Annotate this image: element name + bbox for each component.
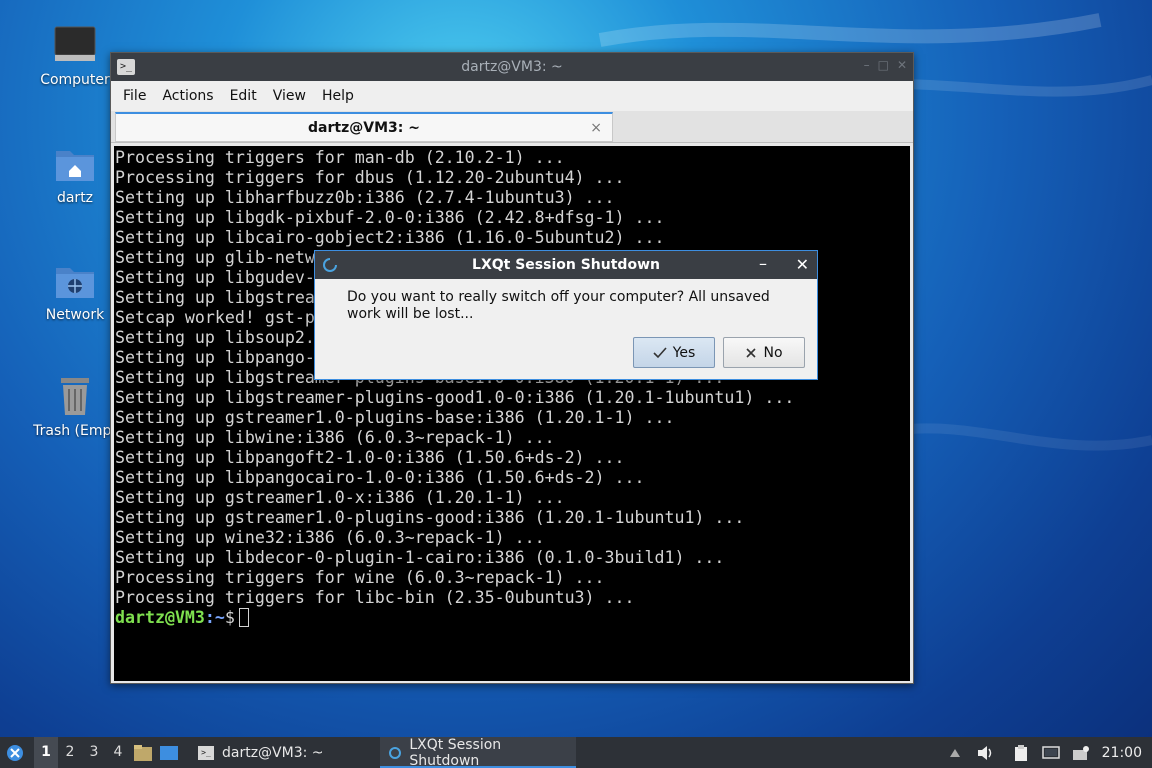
terminal-app-icon: >_ — [198, 745, 214, 760]
desktop-icon-label: dartz — [56, 190, 94, 206]
task-label: dartz@VM3: ~ — [222, 744, 324, 761]
workspace-2[interactable]: 2 — [58, 737, 82, 768]
no-button[interactable]: No — [723, 337, 805, 368]
terminal-line: Processing triggers for dbus (1.12.20-2u… — [115, 168, 625, 187]
workspace-1[interactable]: 1 — [34, 737, 58, 768]
volume-icon[interactable] — [970, 737, 1000, 768]
terminal-prompt: dartz@VM3:~$ — [115, 608, 910, 628]
tray-expand-icon[interactable] — [940, 737, 970, 768]
terminal-line: Setting up libwine:i386 (6.0.3~repack-1)… — [115, 428, 555, 447]
lxqt-logo-icon — [389, 746, 401, 759]
network-monitor-icon[interactable] — [1036, 737, 1066, 768]
no-button-label: No — [763, 344, 783, 361]
task-terminal[interactable]: >_ dartz@VM3: ~ — [190, 737, 380, 768]
terminal-tabbar: dartz@VM3: ~ × — [111, 111, 913, 143]
minimize-icon[interactable]: – — [864, 58, 870, 72]
taskbar: 1 2 3 4 >_ dartz@VM3: ~ LXQt Session Shu… — [0, 737, 1152, 768]
terminal-line: Setting up libpangoft2-1.0-0:i386 (1.50.… — [115, 448, 625, 467]
terminal-line: Setting up libgstreamer-plugins-good1.0-… — [115, 388, 795, 407]
check-icon — [653, 346, 667, 358]
trash-icon — [52, 373, 98, 419]
dialog-message: Do you want to really switch off your co… — [347, 289, 770, 322]
text-cursor — [238, 608, 249, 627]
yes-button-label: Yes — [672, 344, 696, 361]
clock[interactable]: 21:00 — [1096, 745, 1152, 761]
terminal-line: Setting up gstreamer1.0-plugins-base:i38… — [115, 408, 675, 427]
lxqt-logo-icon — [7, 744, 23, 761]
desktop-icon-computer[interactable]: Computer — [29, 22, 121, 88]
desktop-icon-network[interactable]: Network — [29, 257, 121, 323]
prompt-path: :~ — [204, 608, 225, 627]
shutdown-dialog[interactable]: LXQt Session Shutdown – ✕ Do you want to… — [314, 250, 818, 380]
terminal-line: Setting up gstreamer1.0-plugins-good:i38… — [115, 508, 745, 527]
notification-icon[interactable] — [1066, 737, 1096, 768]
menu-file[interactable]: File — [115, 88, 154, 104]
terminal-menubar: File Actions Edit View Help — [111, 81, 913, 111]
close-icon[interactable]: ✕ — [796, 255, 809, 274]
task-shutdown-dialog[interactable]: LXQt Session Shutdown — [380, 737, 576, 768]
dialog-title: LXQt Session Shutdown — [472, 257, 660, 273]
desktop-icon-label: Network — [45, 307, 105, 323]
quicklaunch-file-manager[interactable] — [130, 737, 156, 768]
terminal-line: Setting up libgdk-pixbuf-2.0-0:i386 (2.4… — [115, 208, 665, 227]
yes-button[interactable]: Yes — [633, 337, 715, 368]
desktop-icon-label: Computer — [40, 72, 110, 88]
menu-view[interactable]: View — [265, 88, 314, 104]
clipboard-icon[interactable] — [1006, 737, 1036, 768]
terminal-output[interactable]: Processing triggers for man-db (2.10.2-1… — [114, 146, 910, 681]
prompt-symbol: $ — [224, 608, 235, 627]
start-menu-button[interactable] — [0, 737, 30, 768]
desktop-icon — [160, 745, 178, 760]
system-tray: 21:00 — [940, 737, 1152, 768]
x-icon — [746, 347, 757, 358]
terminal-line: Setting up wine32:i386 (6.0.3~repack-1) … — [115, 528, 545, 547]
terminal-line: Setting up libharfbuzz0b:i386 (2.7.4-1ub… — [115, 188, 615, 207]
dialog-titlebar[interactable]: LXQt Session Shutdown – ✕ — [315, 251, 817, 279]
close-icon[interactable]: ✕ — [897, 58, 907, 72]
file-manager-icon — [134, 744, 152, 761]
terminal-titlebar[interactable]: >_ dartz@VM3: ~ – □ ✕ — [111, 53, 913, 81]
terminal-line: Processing triggers for man-db (2.10.2-1… — [115, 148, 565, 167]
terminal-line: Setting up libpangocairo-1.0-0:i386 (1.5… — [115, 468, 645, 487]
network-folder-icon — [52, 257, 98, 303]
workspace-3[interactable]: 3 — [82, 737, 106, 768]
task-label: LXQt Session Shutdown — [409, 736, 502, 768]
terminal-line: Processing triggers for wine (6.0.3~repa… — [115, 568, 605, 587]
quicklaunch-show-desktop[interactable] — [156, 737, 182, 768]
minimize-icon[interactable]: – — [759, 254, 767, 273]
menu-help[interactable]: Help — [314, 88, 362, 104]
tab-close-icon[interactable]: × — [590, 114, 602, 142]
desktop-icon-home[interactable]: dartz — [29, 140, 121, 206]
maximize-icon[interactable]: □ — [878, 58, 889, 72]
terminal-title: dartz@VM3: ~ — [461, 59, 563, 75]
terminal-line: Setting up libdecor-0-plugin-1-cairo:i38… — [115, 548, 725, 567]
desktop-icon-label: Trash (Empt — [33, 423, 117, 439]
terminal-tab-label: dartz@VM3: ~ — [308, 120, 420, 136]
menu-edit[interactable]: Edit — [222, 88, 265, 104]
terminal-line: Processing triggers for libc-bin (2.35-0… — [115, 588, 635, 607]
terminal-line: Setting up gstreamer1.0-x:i386 (1.20.1-1… — [115, 488, 565, 507]
home-folder-icon — [52, 140, 98, 186]
prompt-user: dartz@VM3 — [115, 608, 205, 627]
computer-icon — [52, 22, 98, 68]
menu-actions[interactable]: Actions — [154, 88, 221, 104]
terminal-line: Setting up libcairo-gobject2:i386 (1.16.… — [115, 228, 665, 247]
terminal-tab[interactable]: dartz@VM3: ~ × — [115, 112, 613, 142]
workspace-4[interactable]: 4 — [106, 737, 130, 768]
desktop-icon-trash[interactable]: Trash (Empt — [29, 373, 121, 439]
